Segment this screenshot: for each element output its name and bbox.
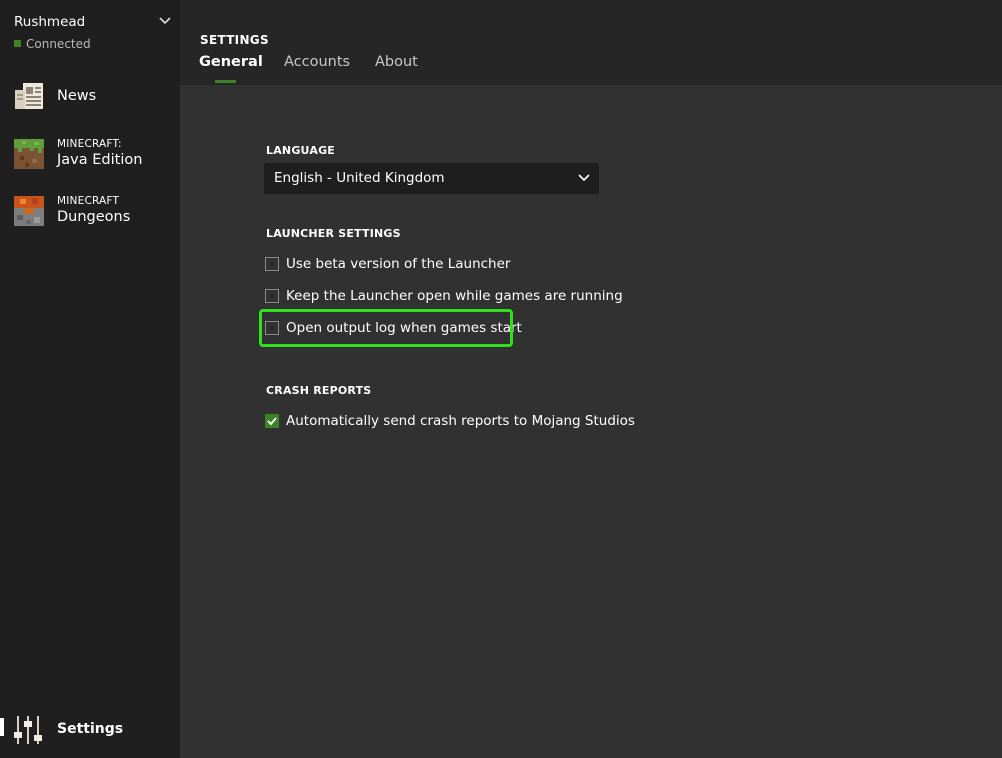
newspaper-icon <box>15 83 43 109</box>
keep-launcher-open-checkbox[interactable] <box>265 289 279 303</box>
chevron-down-icon <box>578 174 590 182</box>
active-indicator <box>0 718 4 736</box>
active-tab-underline <box>215 80 236 83</box>
checkbox-label: Use beta version of the Launcher <box>286 256 511 272</box>
tab-about[interactable]: About <box>375 54 418 70</box>
language-select-value: English - United Kingdom <box>274 170 445 186</box>
sidebar: Rushmead Connected News MINECRAFT: Java … <box>0 0 180 758</box>
sidebar-item-news[interactable]: News <box>0 80 180 128</box>
sliders-icon <box>14 716 42 744</box>
launcher-settings-heading: LAUNCHER SETTINGS <box>266 227 401 240</box>
sidebar-item-label: Dungeons <box>57 209 131 225</box>
send-crash-reports-checkbox[interactable] <box>265 414 279 428</box>
crash-reports-heading: CRASH REPORTS <box>266 384 372 397</box>
sidebar-item-brand: MINECRAFT: <box>57 138 122 150</box>
page-title: SETTINGS <box>200 33 269 47</box>
status-text: Connected <box>26 37 91 51</box>
language-heading: LANGUAGE <box>266 144 336 157</box>
dungeons-block-icon <box>14 196 44 226</box>
sidebar-item-dungeons[interactable]: MINECRAFT Dungeons <box>0 192 180 240</box>
sidebar-item-brand: MINECRAFT <box>57 195 120 207</box>
tab-general[interactable]: General <box>199 54 263 70</box>
sidebar-item-label: Settings <box>57 721 124 737</box>
tab-accounts[interactable]: Accounts <box>284 54 350 70</box>
sidebar-item-label: Java Edition <box>57 152 143 168</box>
checkbox-label: Keep the Launcher open while games are r… <box>286 288 623 304</box>
account-name: Rushmead <box>14 14 86 30</box>
beta-launcher-checkbox[interactable] <box>265 257 279 271</box>
language-select[interactable]: English - United Kingdom <box>264 163 599 194</box>
grass-block-icon <box>14 139 44 169</box>
sidebar-item-settings[interactable]: Settings <box>0 712 180 748</box>
account-switcher[interactable]: Rushmead Connected <box>14 12 174 56</box>
highlight-box <box>259 309 513 347</box>
checkbox-label: Automatically send crash reports to Moja… <box>286 413 635 429</box>
sidebar-item-java-edition[interactable]: MINECRAFT: Java Edition <box>0 135 180 183</box>
settings-header: SETTINGS General Accounts About <box>180 0 1002 85</box>
connection-status: Connected <box>14 37 91 51</box>
chevron-down-icon[interactable] <box>158 14 172 28</box>
sidebar-item-label: News <box>57 88 97 104</box>
checkmark-icon <box>267 417 277 426</box>
status-dot-icon <box>14 40 21 47</box>
